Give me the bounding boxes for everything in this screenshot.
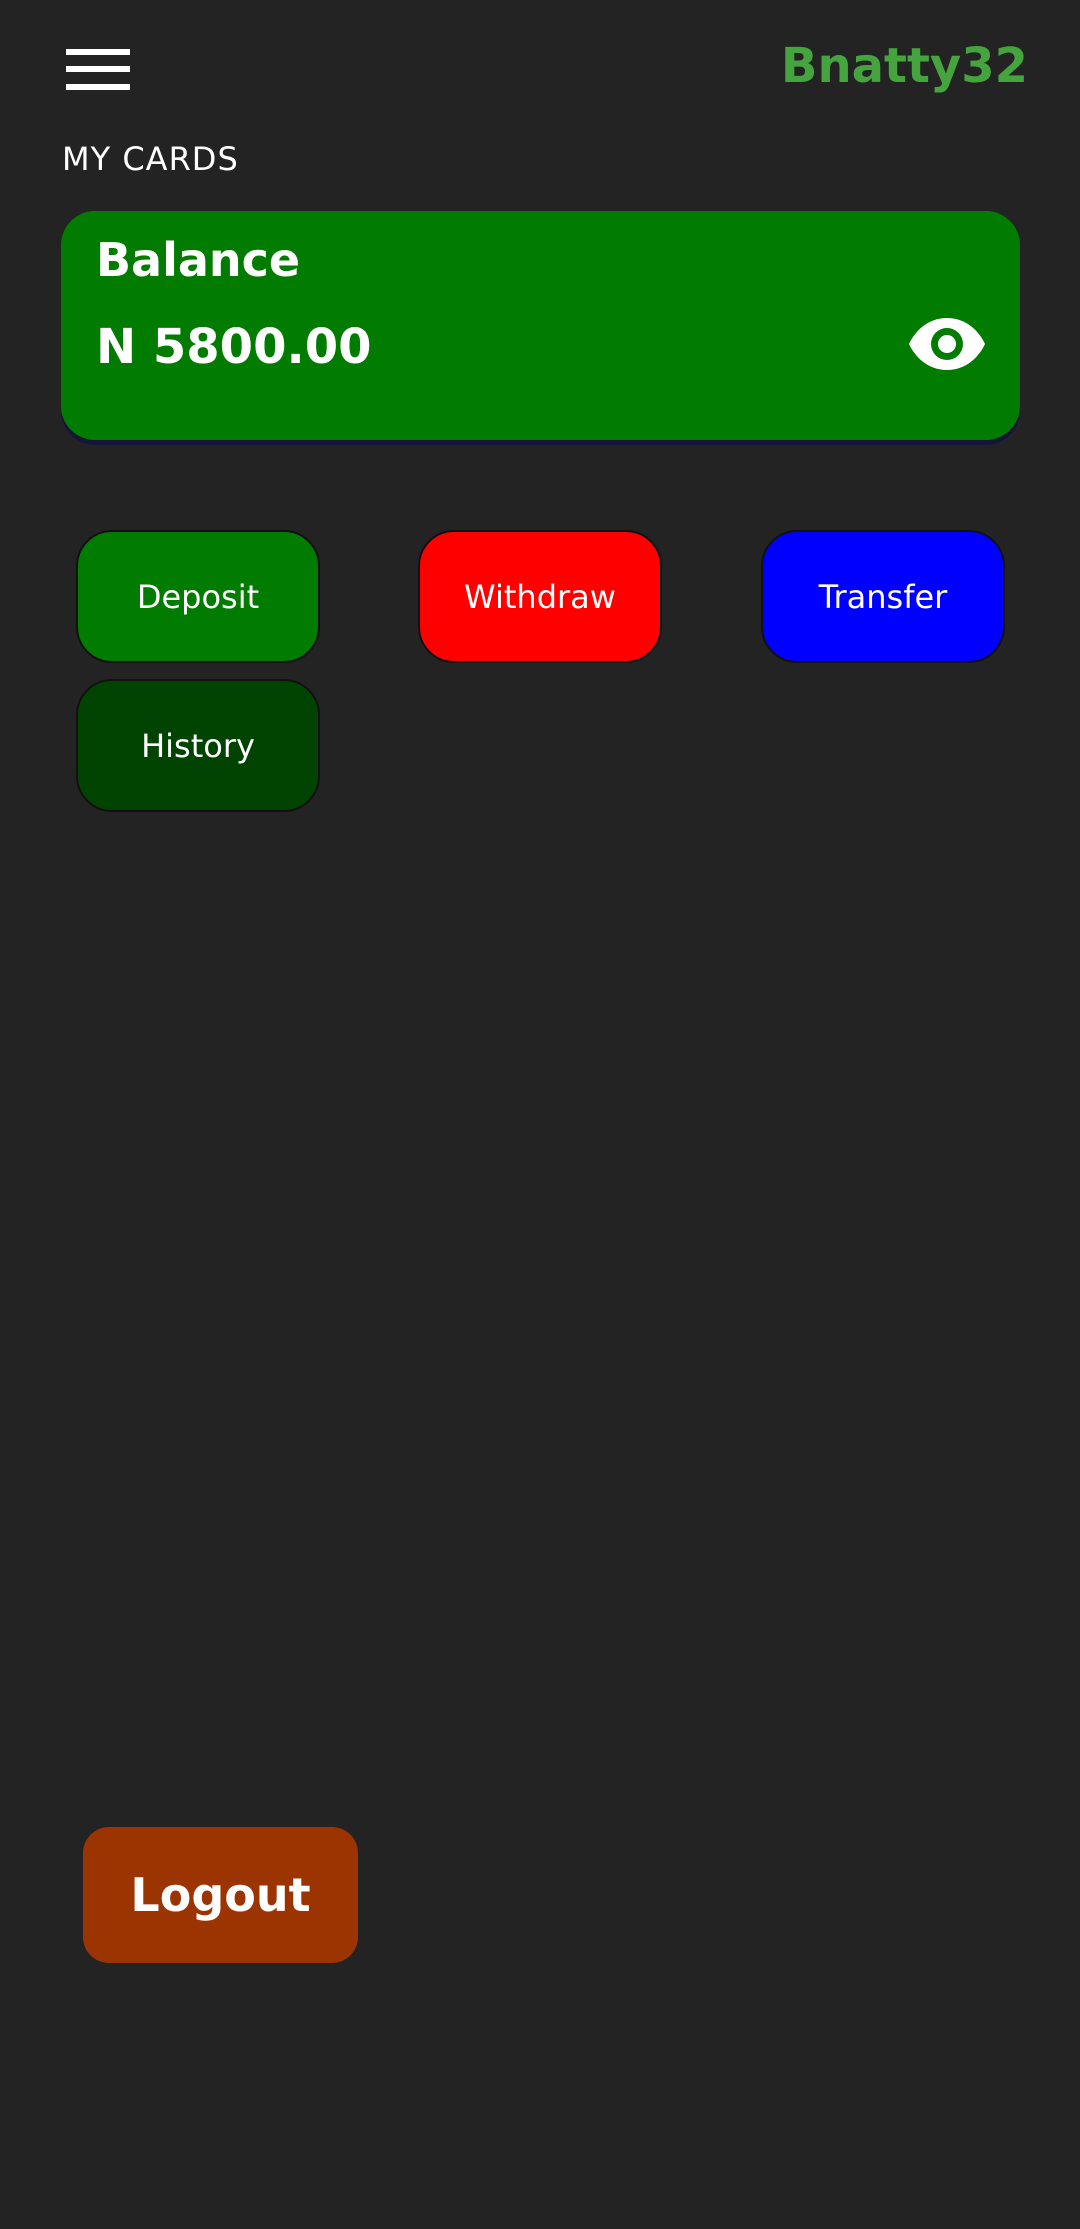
section-title: MY CARDS xyxy=(62,140,239,178)
withdraw-button[interactable]: Withdraw xyxy=(418,530,662,663)
hamburger-menu-icon[interactable] xyxy=(66,47,130,93)
balance-amount: N 5800.00 xyxy=(96,319,372,375)
balance-label: Balance xyxy=(96,233,301,287)
eye-icon[interactable] xyxy=(908,316,986,372)
balance-card: Balance N 5800.00 xyxy=(61,211,1020,440)
history-button[interactable]: History xyxy=(76,679,320,812)
deposit-button[interactable]: Deposit xyxy=(76,530,320,663)
transfer-button[interactable]: Transfer xyxy=(761,530,1005,663)
eye-icon-graphic xyxy=(909,318,985,370)
username-label: Bnatty32 xyxy=(780,38,1028,94)
menu-line xyxy=(66,49,130,55)
logout-button[interactable]: Logout xyxy=(83,1827,358,1963)
dashboard-screen: Bnatty32 MY CARDS Balance N 5800.00 Depo… xyxy=(0,0,1080,2229)
menu-line xyxy=(66,66,130,72)
menu-line xyxy=(66,84,130,90)
